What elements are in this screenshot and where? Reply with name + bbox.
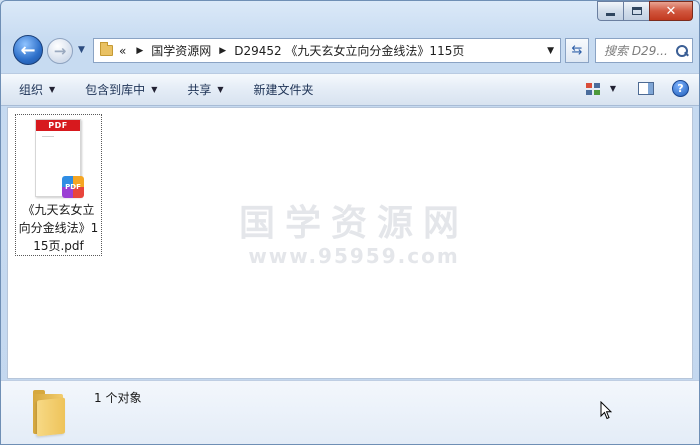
maximize-icon	[631, 7, 642, 15]
chevron-down-icon: ▼	[49, 85, 56, 94]
refresh-button[interactable]: ⇆	[565, 38, 589, 63]
search-box[interactable]	[595, 38, 693, 63]
item-count: 1 个对象	[94, 391, 142, 405]
maximize-button[interactable]	[623, 1, 649, 21]
share-label: 共享	[187, 83, 212, 97]
views-dropdown-icon[interactable]: ▼	[610, 84, 616, 93]
address-dropdown-icon[interactable]: ▼	[547, 46, 554, 56]
breadcrumb-separator-icon[interactable]: ▶	[219, 46, 226, 56]
pdf-file-icon: PDF PDF	[35, 119, 84, 198]
pdf-band-label: PDF	[36, 120, 80, 131]
file-name[interactable]: 《九天玄女立向分金线法》115页.pdf	[16, 201, 101, 255]
breadcrumb-item-root[interactable]: 国学资源网	[151, 42, 211, 59]
explorer-window: ✕ ← → ▼ « ▶ 国学资源网 ▶ D29452 《九天玄女立向分金线法》1…	[0, 0, 700, 445]
chevron-down-icon: ▼	[78, 45, 85, 55]
mouse-cursor-icon	[600, 401, 612, 420]
share-menu[interactable]: 共享 ▼	[187, 81, 223, 98]
address-bar[interactable]: « ▶ 国学资源网 ▶ D29452 《九天玄女立向分金线法》115页 ▼	[93, 38, 561, 63]
toolbar-right-group: ▼ ?	[585, 80, 689, 97]
chevron-down-icon: ▼	[217, 85, 224, 94]
organize-menu[interactable]: 组织 ▼	[19, 81, 55, 98]
refresh-icon: ⇆	[571, 43, 583, 58]
close-button[interactable]: ✕	[649, 1, 693, 21]
back-button[interactable]: ←	[13, 35, 43, 65]
file-list-area[interactable]: 国学资源网 www.95959.com PDF PDF 《九天玄女立向分金线法》…	[7, 107, 693, 379]
watermark-title: 国学资源网	[239, 202, 470, 244]
watermark: 国学资源网 www.95959.com	[239, 194, 469, 268]
folder-icon	[100, 42, 113, 56]
file-item-pdf[interactable]: PDF PDF 《九天玄女立向分金线法》115页.pdf	[15, 114, 102, 256]
breadcrumb-overflow[interactable]: «	[119, 44, 126, 58]
minimize-icon	[606, 12, 615, 16]
arrow-right-icon: →	[53, 42, 67, 60]
navigation-bar: ← → ▼ « ▶ 国学资源网 ▶ D29452 《九天玄女立向分金线法》115…	[9, 35, 693, 67]
recent-pages-dropdown[interactable]: ▼	[78, 45, 85, 55]
help-icon[interactable]: ?	[672, 80, 689, 97]
views-icon[interactable]	[585, 82, 600, 95]
search-input[interactable]	[604, 43, 674, 58]
chevron-down-icon: ▼	[151, 85, 158, 94]
include-library-menu[interactable]: 包含到库中 ▼	[85, 81, 157, 98]
forward-button[interactable]: →	[47, 38, 73, 64]
pdf-badge-icon: PDF	[62, 176, 84, 198]
new-folder-label: 新建文件夹	[253, 83, 314, 97]
include-library-label: 包含到库中	[85, 83, 146, 97]
command-bar: 组织 ▼ 包含到库中 ▼ 共享 ▼ 新建文件夹 ▼ ?	[1, 73, 699, 106]
breadcrumb-item-current[interactable]: D29452 《九天玄女立向分金线法》115页	[234, 42, 464, 59]
minimize-button[interactable]	[597, 1, 623, 21]
details-pane: 1 个对象	[1, 380, 699, 444]
breadcrumb-separator-icon[interactable]: ▶	[136, 46, 143, 56]
search-icon[interactable]	[676, 44, 688, 57]
close-icon: ✕	[665, 3, 677, 19]
new-folder-button[interactable]: 新建文件夹	[254, 81, 314, 98]
organize-label: 组织	[19, 83, 44, 97]
arrow-left-icon: ←	[20, 39, 36, 61]
page-line-icon	[42, 136, 54, 137]
watermark-url: www.95959.com	[248, 244, 460, 268]
preview-pane-icon[interactable]	[638, 82, 654, 95]
folder-icon	[30, 388, 68, 437]
caption-buttons: ✕	[597, 1, 693, 21]
